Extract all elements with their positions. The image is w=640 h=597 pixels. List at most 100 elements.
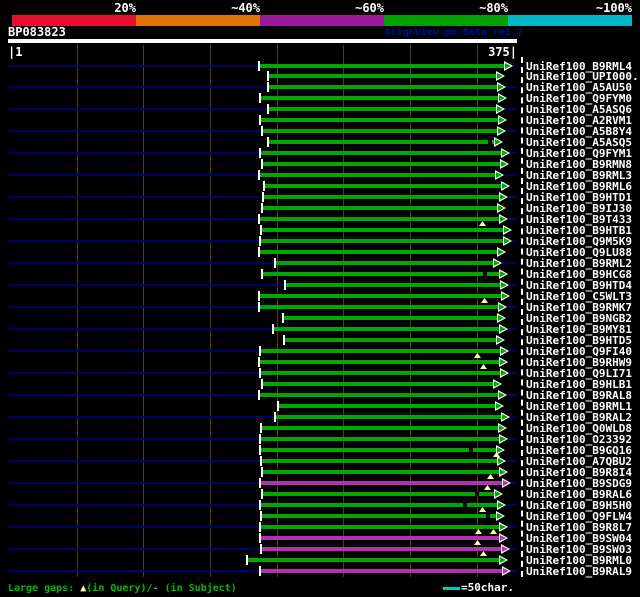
alignment-bar bbox=[261, 459, 500, 463]
alignment-arrow-icon bbox=[497, 500, 506, 510]
alignment-bar bbox=[259, 294, 504, 298]
alignment-bar bbox=[261, 547, 504, 551]
alignment-arrow-fill bbox=[500, 524, 506, 530]
alignment-start-tick bbox=[259, 533, 261, 543]
alignment-start-tick bbox=[261, 126, 263, 136]
alignment-arrow-icon bbox=[500, 159, 509, 169]
gap-in-query-mark bbox=[481, 298, 488, 303]
alignment-bar bbox=[247, 558, 502, 562]
alignment-start-tick bbox=[258, 357, 260, 367]
alignment-arrow-icon bbox=[499, 357, 508, 367]
alignment-start-tick bbox=[258, 61, 260, 71]
alignment-bar bbox=[260, 349, 503, 353]
alignment-start-tick bbox=[260, 511, 262, 521]
alignment-bar bbox=[262, 492, 497, 496]
ruler-scale-label: =50char. bbox=[461, 581, 514, 594]
alignment-start-tick bbox=[259, 148, 261, 158]
alignment-bar bbox=[262, 206, 500, 210]
gap-in-subject-mark bbox=[463, 503, 467, 507]
alignment-arrow-fill bbox=[498, 128, 504, 134]
legend-text: (in Subject) bbox=[158, 583, 237, 594]
alignment-arrow-icon bbox=[497, 82, 506, 92]
alignment-bar bbox=[261, 514, 499, 518]
alignment-start-tick bbox=[258, 214, 260, 224]
alignment-arrow-icon bbox=[498, 302, 507, 312]
alignment-start-tick bbox=[259, 93, 261, 103]
alignment-bar bbox=[260, 481, 505, 485]
alignment-arrow-fill bbox=[497, 513, 503, 519]
similarity-label-20%: 20% bbox=[114, 1, 136, 15]
gridline-50 bbox=[77, 45, 78, 577]
alignment-bar bbox=[268, 85, 500, 89]
alignment-bar bbox=[259, 173, 498, 177]
alignment-arrow-icon bbox=[503, 236, 512, 246]
alignment-start-tick bbox=[259, 368, 261, 378]
alignment-arrow-fill bbox=[497, 337, 503, 343]
alignment-arrow-icon bbox=[502, 566, 511, 576]
alignment-arrow-fill bbox=[501, 161, 507, 167]
gap-in-query-mark bbox=[480, 364, 487, 369]
alignment-arrow-fill bbox=[502, 293, 508, 299]
alignment-start-tick bbox=[259, 236, 261, 246]
alignment-arrow-icon bbox=[500, 368, 509, 378]
alignment-bar bbox=[259, 64, 507, 68]
alignment-bar bbox=[259, 360, 502, 364]
gap-in-query-mark bbox=[484, 485, 491, 490]
hit-label[interactable]: UniRef100_B9RAL9 bbox=[526, 566, 632, 577]
alignment-start-tick bbox=[262, 192, 264, 202]
gap-in-subject-mark bbox=[483, 272, 487, 276]
alignment-bar bbox=[260, 96, 501, 100]
alignment-arrow-fill bbox=[498, 249, 504, 255]
alignment-arrow-icon bbox=[501, 544, 510, 554]
alignment-arrow-icon bbox=[499, 324, 508, 334]
alignment-arrow-fill bbox=[499, 392, 505, 398]
alignment-arrow-fill bbox=[500, 194, 506, 200]
gridline-100 bbox=[143, 45, 144, 577]
gap-in-query-mark bbox=[479, 507, 486, 512]
alignment-bar bbox=[262, 129, 500, 133]
alignment-bar bbox=[260, 239, 506, 243]
query-id: BP083823 bbox=[8, 25, 66, 39]
alignment-arrow-fill bbox=[501, 348, 507, 354]
alignview-screen: 20% ~40% ~60% ~80% ~100% BP083823 AlignView.… bbox=[0, 0, 640, 597]
similarity-label-~60%: ~60% bbox=[355, 1, 384, 15]
alignment-start-tick bbox=[267, 71, 269, 81]
alignment-arrow-icon bbox=[501, 148, 510, 158]
alignment-arrow-fill bbox=[498, 502, 504, 508]
alignment-arrow-fill bbox=[504, 238, 510, 244]
gridline-250 bbox=[343, 45, 344, 577]
alignment-start-tick bbox=[282, 313, 284, 323]
alignment-arrow-fill bbox=[500, 271, 506, 277]
alignment-start-tick bbox=[258, 170, 260, 180]
alignment-bar bbox=[260, 525, 502, 529]
alignment-arrow-fill bbox=[495, 491, 501, 497]
gap-in-subject-mark bbox=[488, 140, 492, 144]
alignment-arrow-icon bbox=[499, 533, 508, 543]
program-watermark: AlignView.pm Beta re1.7 bbox=[384, 27, 523, 38]
alignment-arrow-icon bbox=[496, 335, 505, 345]
gridline-200 bbox=[277, 45, 278, 577]
alignment-bar bbox=[261, 228, 506, 232]
gap-in-query-mark bbox=[490, 529, 497, 534]
alignment-start-tick bbox=[259, 522, 261, 532]
alignment-arrow-icon bbox=[500, 346, 509, 356]
legend-text: Large gaps: bbox=[8, 583, 81, 594]
alignment-start-tick bbox=[260, 423, 262, 433]
similarity-segment-~60% bbox=[260, 15, 384, 26]
alignment-start-tick bbox=[259, 478, 261, 488]
alignment-bar bbox=[260, 448, 499, 452]
alignment-arrow-fill bbox=[502, 183, 508, 189]
similarity-segment-~40% bbox=[136, 15, 260, 26]
alignment-arrow-icon bbox=[493, 379, 502, 389]
alignment-bar bbox=[275, 261, 496, 265]
similarity-segment-~80% bbox=[384, 15, 508, 26]
alignment-arrow-icon bbox=[497, 126, 506, 136]
alignment-arrow-icon bbox=[499, 192, 508, 202]
alignment-start-tick bbox=[267, 82, 269, 92]
alignment-arrow-icon bbox=[498, 93, 507, 103]
alignment-bar bbox=[260, 569, 505, 573]
alignment-bar bbox=[259, 393, 501, 397]
alignment-bar bbox=[284, 338, 499, 342]
query-length-bar bbox=[8, 39, 517, 43]
alignment-arrow-fill bbox=[500, 216, 506, 222]
